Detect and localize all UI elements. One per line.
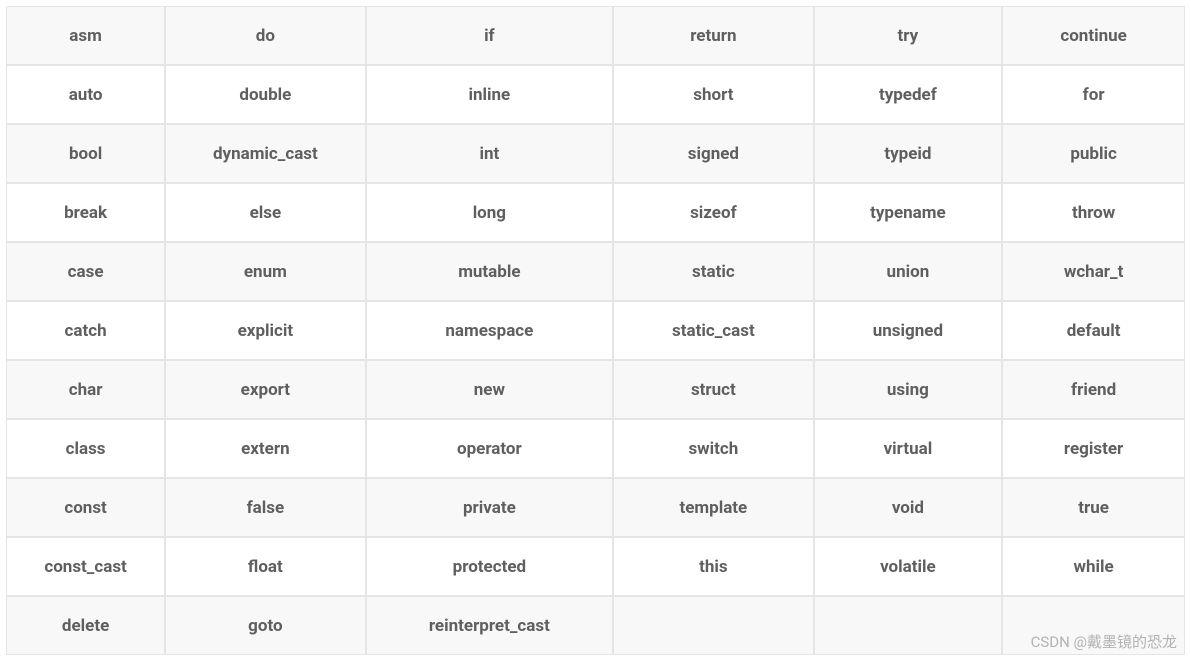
table-row: auto double inline short typedef for xyxy=(6,65,1185,124)
keyword-cell: typedef xyxy=(814,65,1003,124)
keyword-cell: try xyxy=(814,6,1003,65)
table-row: class extern operator switch virtual reg… xyxy=(6,419,1185,478)
keyword-cell: volatile xyxy=(814,537,1003,596)
keyword-cell: void xyxy=(814,478,1003,537)
table-row: const_cast float protected this volatile… xyxy=(6,537,1185,596)
keyword-cell xyxy=(814,596,1003,655)
keyword-cell: union xyxy=(814,242,1003,301)
keyword-cell: break xyxy=(6,183,165,242)
table-row: delete goto reinterpret_cast xyxy=(6,596,1185,655)
keyword-cell: operator xyxy=(366,419,614,478)
keyword-cell: false xyxy=(165,478,365,537)
keyword-cell: register xyxy=(1002,419,1185,478)
keyword-cell: typeid xyxy=(814,124,1003,183)
cpp-keywords-table: asm do if return try continue auto doubl… xyxy=(6,6,1185,655)
keyword-cell: export xyxy=(165,360,365,419)
keyword-cell: else xyxy=(165,183,365,242)
keyword-cell: reinterpret_cast xyxy=(366,596,614,655)
keyword-cell: struct xyxy=(613,360,813,419)
keyword-cell: return xyxy=(613,6,813,65)
keyword-cell: goto xyxy=(165,596,365,655)
keyword-cell: wchar_t xyxy=(1002,242,1185,301)
table-body: asm do if return try continue auto doubl… xyxy=(6,6,1185,655)
keyword-cell: bool xyxy=(6,124,165,183)
keyword-cell: true xyxy=(1002,478,1185,537)
keyword-cell: this xyxy=(613,537,813,596)
table-row: catch explicit namespace static_cast uns… xyxy=(6,301,1185,360)
keyword-cell: signed xyxy=(613,124,813,183)
keyword-cell: catch xyxy=(6,301,165,360)
keyword-cell: throw xyxy=(1002,183,1185,242)
keyword-cell: inline xyxy=(366,65,614,124)
keyword-cell: new xyxy=(366,360,614,419)
keyword-cell: enum xyxy=(165,242,365,301)
keyword-cell: friend xyxy=(1002,360,1185,419)
keyword-cell: char xyxy=(6,360,165,419)
keyword-cell: explicit xyxy=(165,301,365,360)
keyword-cell: case xyxy=(6,242,165,301)
keyword-cell: auto xyxy=(6,65,165,124)
keyword-cell: double xyxy=(165,65,365,124)
keyword-cell xyxy=(1002,596,1185,655)
table-row: const false private template void true xyxy=(6,478,1185,537)
keyword-cell: const_cast xyxy=(6,537,165,596)
keyword-cell: default xyxy=(1002,301,1185,360)
keyword-cell: for xyxy=(1002,65,1185,124)
keyword-cell: mutable xyxy=(366,242,614,301)
keyword-cell: float xyxy=(165,537,365,596)
keyword-cell: extern xyxy=(165,419,365,478)
table-row: char export new struct using friend xyxy=(6,360,1185,419)
keyword-cell: const xyxy=(6,478,165,537)
keyword-cell: static xyxy=(613,242,813,301)
keyword-cell: int xyxy=(366,124,614,183)
keyword-cell: while xyxy=(1002,537,1185,596)
keyword-cell: if xyxy=(366,6,614,65)
keyword-cell: asm xyxy=(6,6,165,65)
keyword-cell: do xyxy=(165,6,365,65)
keyword-cell: private xyxy=(366,478,614,537)
keyword-cell: typename xyxy=(814,183,1003,242)
keyword-cell: continue xyxy=(1002,6,1185,65)
keyword-cell: template xyxy=(613,478,813,537)
keyword-cell: long xyxy=(366,183,614,242)
keyword-cell: switch xyxy=(613,419,813,478)
keyword-cell: sizeof xyxy=(613,183,813,242)
keyword-cell: namespace xyxy=(366,301,614,360)
keyword-cell: using xyxy=(814,360,1003,419)
table-row: asm do if return try continue xyxy=(6,6,1185,65)
table-row: case enum mutable static union wchar_t xyxy=(6,242,1185,301)
keyword-cell: unsigned xyxy=(814,301,1003,360)
keyword-cell: virtual xyxy=(814,419,1003,478)
keyword-cell: class xyxy=(6,419,165,478)
keyword-cell: public xyxy=(1002,124,1185,183)
table-row: bool dynamic_cast int signed typeid publ… xyxy=(6,124,1185,183)
keyword-cell: delete xyxy=(6,596,165,655)
table-row: break else long sizeof typename throw xyxy=(6,183,1185,242)
keyword-cell: dynamic_cast xyxy=(165,124,365,183)
keyword-cell: static_cast xyxy=(613,301,813,360)
keyword-cell: short xyxy=(613,65,813,124)
keyword-cell: protected xyxy=(366,537,614,596)
keyword-cell xyxy=(613,596,813,655)
